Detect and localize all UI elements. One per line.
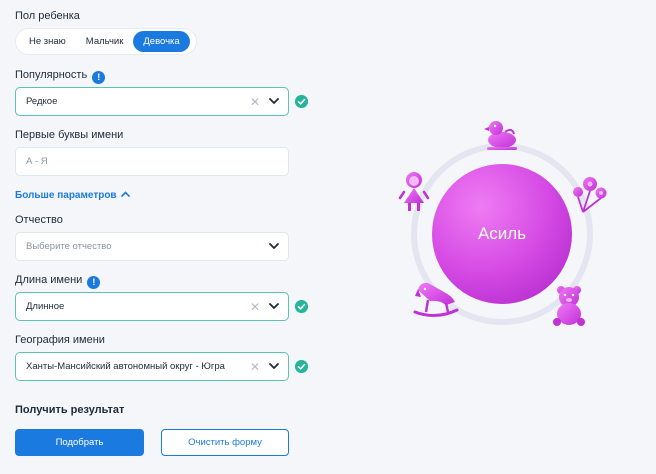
gender-option-unknown[interactable]: Не знаю (19, 31, 76, 52)
chevron-down-icon[interactable] (269, 363, 279, 370)
gender-label: Пол ребенка (15, 10, 80, 22)
info-icon[interactable]: ! (92, 71, 106, 84)
first-letters-placeholder: А - Я (26, 156, 48, 167)
name-length-label-text: Длина имени (15, 274, 83, 286)
gender-option-boy[interactable]: Мальчик (76, 31, 134, 52)
first-letters-input[interactable]: А - Я (15, 147, 289, 176)
patronymic-placeholder: Выберите отчество (26, 241, 112, 252)
clear-icon[interactable]: ✕ (250, 360, 260, 374)
chevron-up-icon (120, 191, 130, 197)
doll-icon (398, 172, 430, 211)
chevron-down-icon[interactable] (269, 243, 279, 250)
popularity-label-text: Популярность (15, 69, 88, 81)
check-icon (295, 300, 308, 313)
patronymic-select[interactable]: Выберите отчество (15, 232, 289, 261)
more-params-label: Больше параметров (15, 190, 117, 201)
result-name: Асиль (477, 224, 527, 243)
submit-button[interactable]: Подобрать (15, 429, 144, 456)
more-params-toggle[interactable]: Больше параметров (15, 190, 130, 201)
result-title: Получить результат (15, 404, 125, 416)
info-icon[interactable]: ! (87, 276, 101, 289)
popularity-select[interactable]: Редкое ✕ (15, 87, 289, 116)
popularity-label: Популярность! (15, 69, 106, 84)
chevron-down-icon[interactable] (269, 303, 279, 310)
check-icon (295, 360, 308, 373)
name-picker-page: Пол ребенка Не знаю Мальчик Девочка Попу… (0, 0, 656, 474)
clear-icon[interactable]: ✕ (250, 95, 260, 109)
gender-selector: Не знаю Мальчик Девочка (15, 28, 197, 55)
popularity-value: Редкое (26, 96, 58, 107)
geography-select[interactable]: Ханты-Мансийский автономный округ - Югра… (15, 352, 289, 381)
name-length-select[interactable]: Длинное ✕ (15, 292, 289, 321)
name-length-label: Длина имени! (15, 274, 101, 289)
clear-icon[interactable]: ✕ (250, 300, 260, 314)
geography-label: География имени (15, 334, 105, 346)
geography-value: Ханты-Мансийский автономный округ - Югра (26, 361, 225, 372)
check-icon (295, 95, 308, 108)
clear-form-button[interactable]: Очистить форму (161, 429, 289, 456)
gender-option-girl[interactable]: Девочка (133, 31, 190, 52)
first-letters-label: Первые буквы имени (15, 129, 124, 141)
name-length-value: Длинное (26, 301, 65, 312)
flowers-icon (573, 177, 607, 213)
patronymic-label: Отчество (15, 214, 63, 226)
chevron-down-icon[interactable] (269, 98, 279, 105)
